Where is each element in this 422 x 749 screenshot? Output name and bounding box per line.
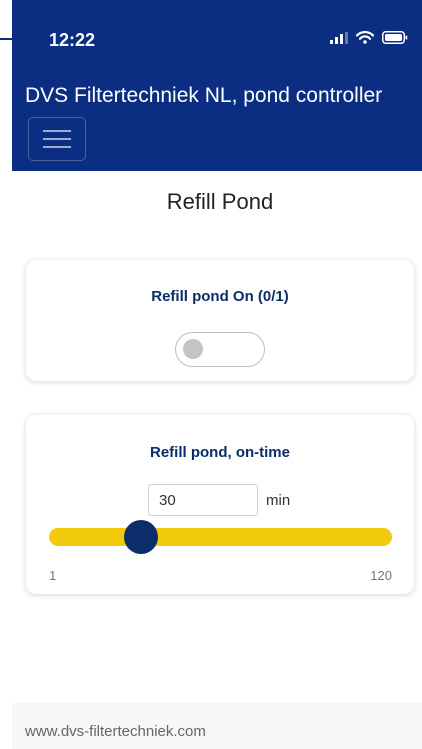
- ontime-card: Refill pond, on-time min 1 120: [26, 415, 414, 594]
- slider-max-label: 120: [370, 568, 392, 583]
- app-title: DVS Filtertechniek NL, pond controller: [25, 84, 383, 107]
- refill-toggle-card: Refill pond On (0/1): [26, 260, 414, 381]
- ontime-unit: min: [266, 491, 291, 509]
- ontime-slider-thumb[interactable]: [124, 520, 159, 554]
- slider-min-label: 1: [49, 568, 57, 583]
- status-icons: [330, 31, 408, 44]
- refill-toggle-switch[interactable]: [175, 332, 265, 367]
- menu-bar: [43, 146, 71, 148]
- battery-icon: [382, 31, 408, 44]
- page-title: Refill Pond: [166, 189, 274, 214]
- hamburger-menu-button[interactable]: [28, 117, 86, 161]
- menu-bar: [43, 138, 71, 140]
- status-time: 12:22: [49, 30, 96, 50]
- ontime-label: Refill pond, on-time: [150, 444, 290, 461]
- signal-icon: [330, 31, 348, 44]
- ontime-input-row: min: [148, 484, 290, 516]
- toggle-knob: [183, 339, 203, 359]
- menu-bar: [43, 130, 71, 132]
- ontime-number-input[interactable]: [148, 484, 258, 516]
- ontime-slider-track[interactable]: [49, 520, 392, 554]
- refill-toggle-label: Refill pond On (0/1): [151, 288, 289, 305]
- footer-website: www.dvs-filtertechniek.com: [25, 723, 206, 740]
- footer: www.dvs-filtertechniek.com: [12, 703, 422, 749]
- wifi-icon: [356, 31, 374, 44]
- app-header: 12:22 DVS Filtertechniek NL, pond contro…: [12, 0, 422, 171]
